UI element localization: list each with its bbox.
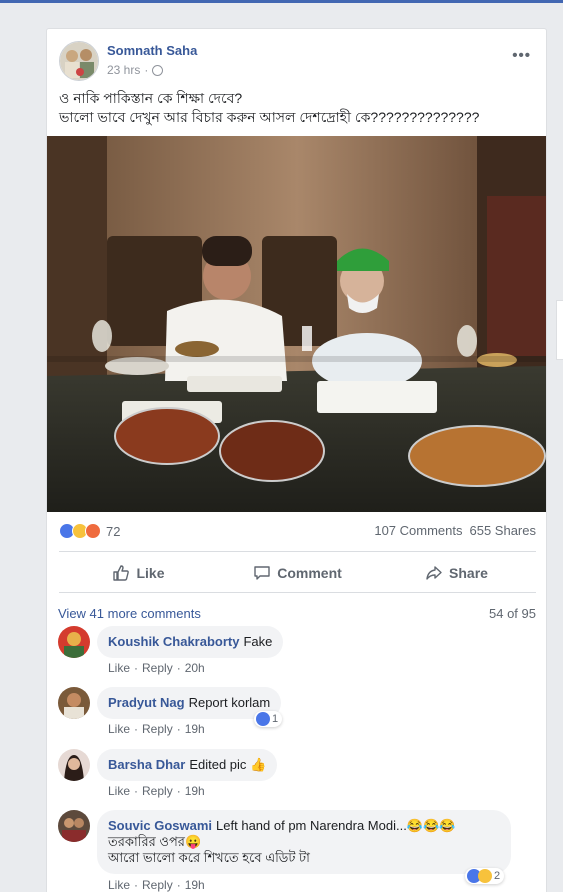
commenter-name[interactable]: Pradyut Nag [108, 695, 185, 710]
like-button[interactable]: Like [59, 555, 218, 591]
divider [59, 551, 536, 552]
link-dot: · [176, 661, 181, 675]
comment-like-link[interactable]: Like [108, 722, 130, 736]
commenter-name[interactable]: Souvic Goswami [108, 818, 212, 833]
link-dot: · [134, 878, 139, 892]
comment-text: Left hand of pm Narendra Modi...😂😂😂 [216, 818, 456, 833]
comment-reply-link[interactable]: Reply [142, 722, 173, 736]
link-dot: · [176, 878, 181, 892]
comment-reply-link[interactable]: Reply [142, 784, 173, 798]
shares-count[interactable]: 655 Shares [470, 523, 537, 538]
commenter-name[interactable]: Barsha Dhar [108, 757, 185, 772]
comment-text: Fake [243, 634, 273, 649]
like-reaction-icon [256, 712, 270, 726]
comment-like-link[interactable]: Like [108, 784, 130, 798]
post-text-line: ও নাকি পাকিস্তান কে শিক্ষা দেবে? [59, 90, 243, 106]
link-dot: · [134, 661, 139, 675]
comments-counter: 54 of 95 [489, 606, 536, 621]
comment-reaction-count: 2 [494, 870, 501, 882]
share-button[interactable]: Share [377, 555, 536, 591]
comment-like-link[interactable]: Like [108, 661, 130, 675]
reaction-count[interactable]: 72 [106, 524, 120, 539]
view-more-comments-link[interactable]: View 41 more comments [58, 606, 201, 621]
stats-right: 107 Comments 655 Shares [374, 523, 536, 538]
share-arrow-icon [426, 566, 442, 580]
author-avatar[interactable] [59, 41, 99, 81]
link-dot: · [176, 722, 181, 736]
meta-dot: · [144, 63, 149, 77]
post-photo[interactable] [47, 136, 547, 512]
post-text-line: ভালো ভাবে দেখুন আর বিচার করুন আসল দেশদ্র… [59, 109, 480, 125]
reactions-summary[interactable]: 72 [59, 523, 120, 539]
comment-label: Comment [277, 565, 342, 581]
commenter-avatar[interactable] [58, 810, 90, 842]
commenter-name[interactable]: Koushik Chakraborty [108, 634, 239, 649]
comment-time[interactable]: 19h [185, 878, 205, 892]
post-text: ও নাকি পাকিস্তান কে শিক্ষা দেবে? ভালো ভা… [59, 89, 539, 127]
commenter-avatar[interactable] [58, 687, 90, 719]
comment-text: Report korlam [188, 695, 271, 710]
top-bar [0, 0, 563, 3]
comment-actions: Like · Reply · 20h [108, 661, 205, 675]
comment-bubble: Koushik Chakraborty Fake [97, 626, 284, 658]
divider [59, 592, 536, 593]
commenter-avatar[interactable] [58, 749, 90, 781]
comment-actions: Like · Reply · 19h [108, 784, 205, 798]
post-header: Somnath Saha 23 hrs · ••• [59, 41, 531, 81]
comment-bubble: Souvic Goswami Left hand of pm Narendra M… [97, 810, 511, 874]
comment-text: Edited pic 👍 [189, 757, 267, 772]
comment-reaction-badge[interactable]: 1 [254, 711, 283, 727]
haha-reaction-icon [478, 869, 492, 883]
comment-bubble: Pradyut Nag Report korlam [97, 687, 282, 719]
globe-icon [152, 64, 164, 76]
comment-text: তরকারির ওপর😛 [108, 834, 202, 849]
comment-actions: Like · Reply · 19h [108, 878, 205, 892]
comment-time[interactable]: 19h [185, 722, 205, 736]
post-actions: Like Comment Share [59, 555, 536, 591]
comment-time[interactable]: 20h [185, 661, 205, 675]
thumbs-up-icon [113, 565, 130, 581]
commenter-avatar[interactable] [58, 626, 90, 658]
share-label: Share [449, 565, 488, 581]
link-dot: · [134, 784, 139, 798]
comment-reply-link[interactable]: Reply [142, 661, 173, 675]
post-time[interactable]: 23 hrs [107, 63, 140, 77]
like-label: Like [136, 565, 165, 581]
comment-time[interactable]: 19h [185, 784, 205, 798]
comments-count[interactable]: 107 Comments [374, 523, 462, 538]
side-panel-edge [556, 300, 563, 360]
comment-reaction-count: 1 [272, 713, 279, 725]
comment-bubble: Barsha Dhar Edited pic 👍 [97, 749, 278, 781]
angry-reaction-icon [85, 523, 101, 539]
post-stats: 72 107 Comments 655 Shares [59, 522, 536, 542]
comment-like-link[interactable]: Like [108, 878, 130, 892]
comment-icon [254, 566, 270, 580]
comment-button[interactable]: Comment [218, 555, 377, 591]
comment-text: আরো ভালো করে শিখতে হবে এডিট টা [108, 850, 310, 865]
more-options-icon[interactable]: ••• [512, 47, 531, 64]
author-name[interactable]: Somnath Saha [107, 43, 197, 58]
post-meta: 23 hrs · [107, 63, 164, 77]
post-card: Somnath Saha 23 hrs · ••• ও নাকি পাকিস্ত… [46, 28, 547, 892]
link-dot: · [134, 722, 139, 736]
link-dot: · [176, 784, 181, 798]
comment-reply-link[interactable]: Reply [142, 878, 173, 892]
comment-reaction-badge[interactable]: 2 [465, 868, 505, 884]
comment-actions: Like · Reply · 19h [108, 722, 205, 736]
